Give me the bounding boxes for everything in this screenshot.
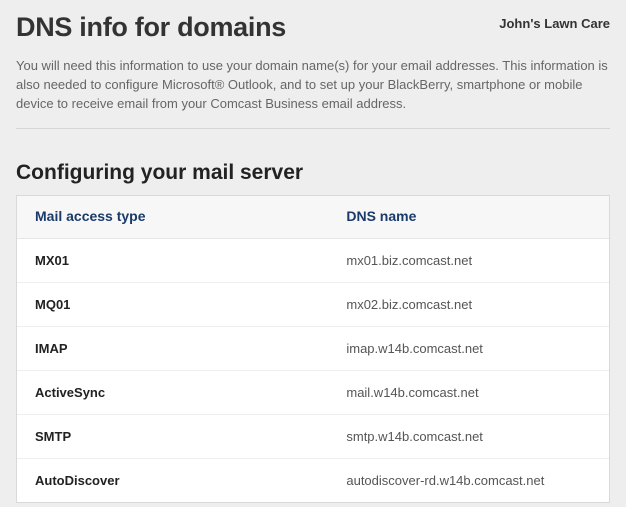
intro-text: You will need this information to use yo… [16, 57, 610, 129]
cell-access-type: MQ01 [35, 297, 346, 312]
cell-dns-name: smtp.w14b.comcast.net [346, 429, 591, 444]
section-title: Configuring your mail server [16, 161, 610, 185]
table-row: AutoDiscover autodiscover-rd.w14b.comcas… [17, 459, 609, 502]
cell-dns-name: mail.w14b.comcast.net [346, 385, 591, 400]
table-row: IMAP imap.w14b.comcast.net [17, 327, 609, 371]
page-title: DNS info for domains [16, 12, 286, 43]
table-row: MX01 mx01.biz.comcast.net [17, 239, 609, 283]
table-row: ActiveSync mail.w14b.comcast.net [17, 371, 609, 415]
cell-access-type: MX01 [35, 253, 346, 268]
cell-access-type: IMAP [35, 341, 346, 356]
table-header-row: Mail access type DNS name [17, 196, 609, 239]
cell-dns-name: mx01.biz.comcast.net [346, 253, 591, 268]
cell-access-type: ActiveSync [35, 385, 346, 400]
cell-dns-name: autodiscover-rd.w14b.comcast.net [346, 473, 591, 488]
table-row: MQ01 mx02.biz.comcast.net [17, 283, 609, 327]
account-name: John's Lawn Care [499, 12, 610, 31]
cell-dns-name: imap.w14b.comcast.net [346, 341, 591, 356]
cell-access-type: AutoDiscover [35, 473, 346, 488]
header-mail-access-type: Mail access type [35, 208, 346, 224]
table-row: SMTP smtp.w14b.comcast.net [17, 415, 609, 459]
dns-table: Mail access type DNS name MX01 mx01.biz.… [16, 195, 610, 503]
cell-access-type: SMTP [35, 429, 346, 444]
header-dns-name: DNS name [346, 208, 591, 224]
cell-dns-name: mx02.biz.comcast.net [346, 297, 591, 312]
